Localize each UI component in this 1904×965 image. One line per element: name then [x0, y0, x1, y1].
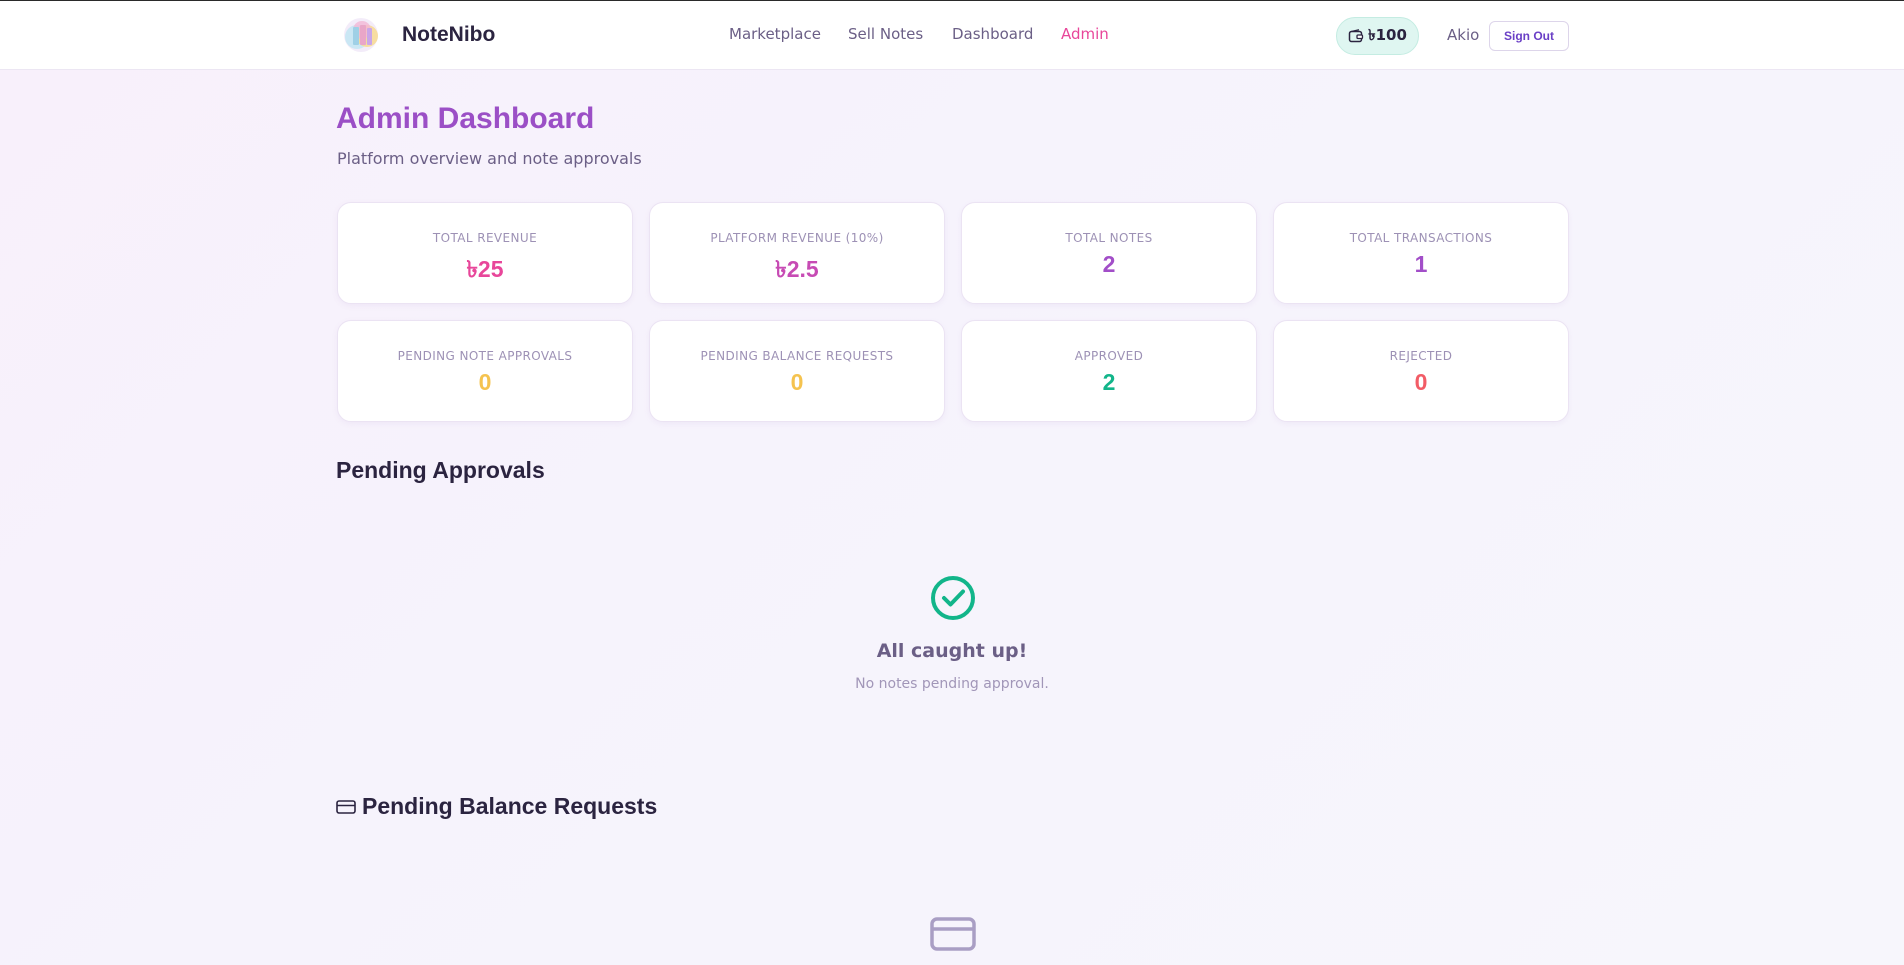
check-circle-icon — [931, 576, 975, 620]
stat-card-rejected: Rejected 0 — [1273, 320, 1569, 422]
stat-value: ৳25 — [466, 256, 504, 282]
stat-label: Pending Note Approvals — [397, 349, 573, 363]
stat-card-approved: Approved 2 — [961, 320, 1257, 422]
empty-state-text: No notes pending approval. — [855, 676, 1049, 692]
nav-admin[interactable]: Admin — [1061, 25, 1109, 43]
wallet-icon — [1348, 29, 1364, 43]
brand[interactable]: NoteNibo — [340, 15, 495, 55]
stat-card-total-notes: Total Notes 2 — [961, 202, 1257, 304]
stat-value: 0 — [478, 369, 492, 395]
credit-card-icon — [336, 799, 356, 814]
nav-marketplace[interactable]: Marketplace — [729, 25, 821, 43]
wallet-balance-badge[interactable]: ৳100 — [1336, 17, 1419, 55]
stat-label: Approved — [1074, 349, 1144, 363]
pending-approvals-heading: Pending Approvals — [336, 457, 545, 483]
stat-label: Rejected — [1389, 349, 1453, 363]
stat-card-total-transactions: Total Transactions 1 — [1273, 202, 1569, 304]
section-title-text: Pending Balance Requests — [362, 793, 658, 819]
stat-card-pending-note-approvals: Pending Note Approvals 0 — [337, 320, 633, 422]
stat-label: Pending Balance Requests — [700, 349, 894, 363]
stat-label: Total Transactions — [1349, 231, 1493, 245]
wallet-amount: ৳100 — [1368, 25, 1407, 44]
nav-dashboard[interactable]: Dashboard — [952, 25, 1033, 43]
stat-card-pending-balance-requests: Pending Balance Requests 0 — [649, 320, 945, 422]
top-navbar: NoteNibo Marketplace Sell Notes Dashboar… — [0, 0, 1904, 70]
pending-balance-requests-heading: Pending Balance Requests — [336, 793, 657, 820]
stat-label: Platform Revenue (10%) — [710, 231, 884, 245]
nav-sell-notes[interactable]: Sell Notes — [848, 25, 923, 43]
credit-card-icon — [930, 917, 976, 951]
logo-icon — [340, 15, 382, 55]
stat-value: ৳2.5 — [775, 256, 819, 282]
stat-label: Total Notes — [1065, 231, 1153, 245]
brand-name: NoteNibo — [402, 23, 496, 46]
page-subtitle: Platform overview and note approvals — [337, 149, 642, 168]
stat-value: 0 — [790, 369, 804, 395]
sign-out-button[interactable]: Sign Out — [1489, 21, 1569, 51]
stat-value: 2 — [1102, 251, 1116, 277]
stat-card-total-revenue: Total Revenue ৳25 — [337, 202, 633, 304]
username: Akio — [1447, 26, 1480, 44]
stat-value: 0 — [1414, 369, 1428, 395]
page-title: Admin Dashboard — [336, 102, 595, 135]
stat-value: 1 — [1414, 251, 1428, 277]
stat-card-platform-revenue: Platform Revenue (10%) ৳2.5 — [649, 202, 945, 304]
empty-state-title: All caught up! — [876, 640, 1028, 662]
stat-value: 2 — [1102, 369, 1116, 395]
stat-label: Total Revenue — [432, 231, 538, 245]
